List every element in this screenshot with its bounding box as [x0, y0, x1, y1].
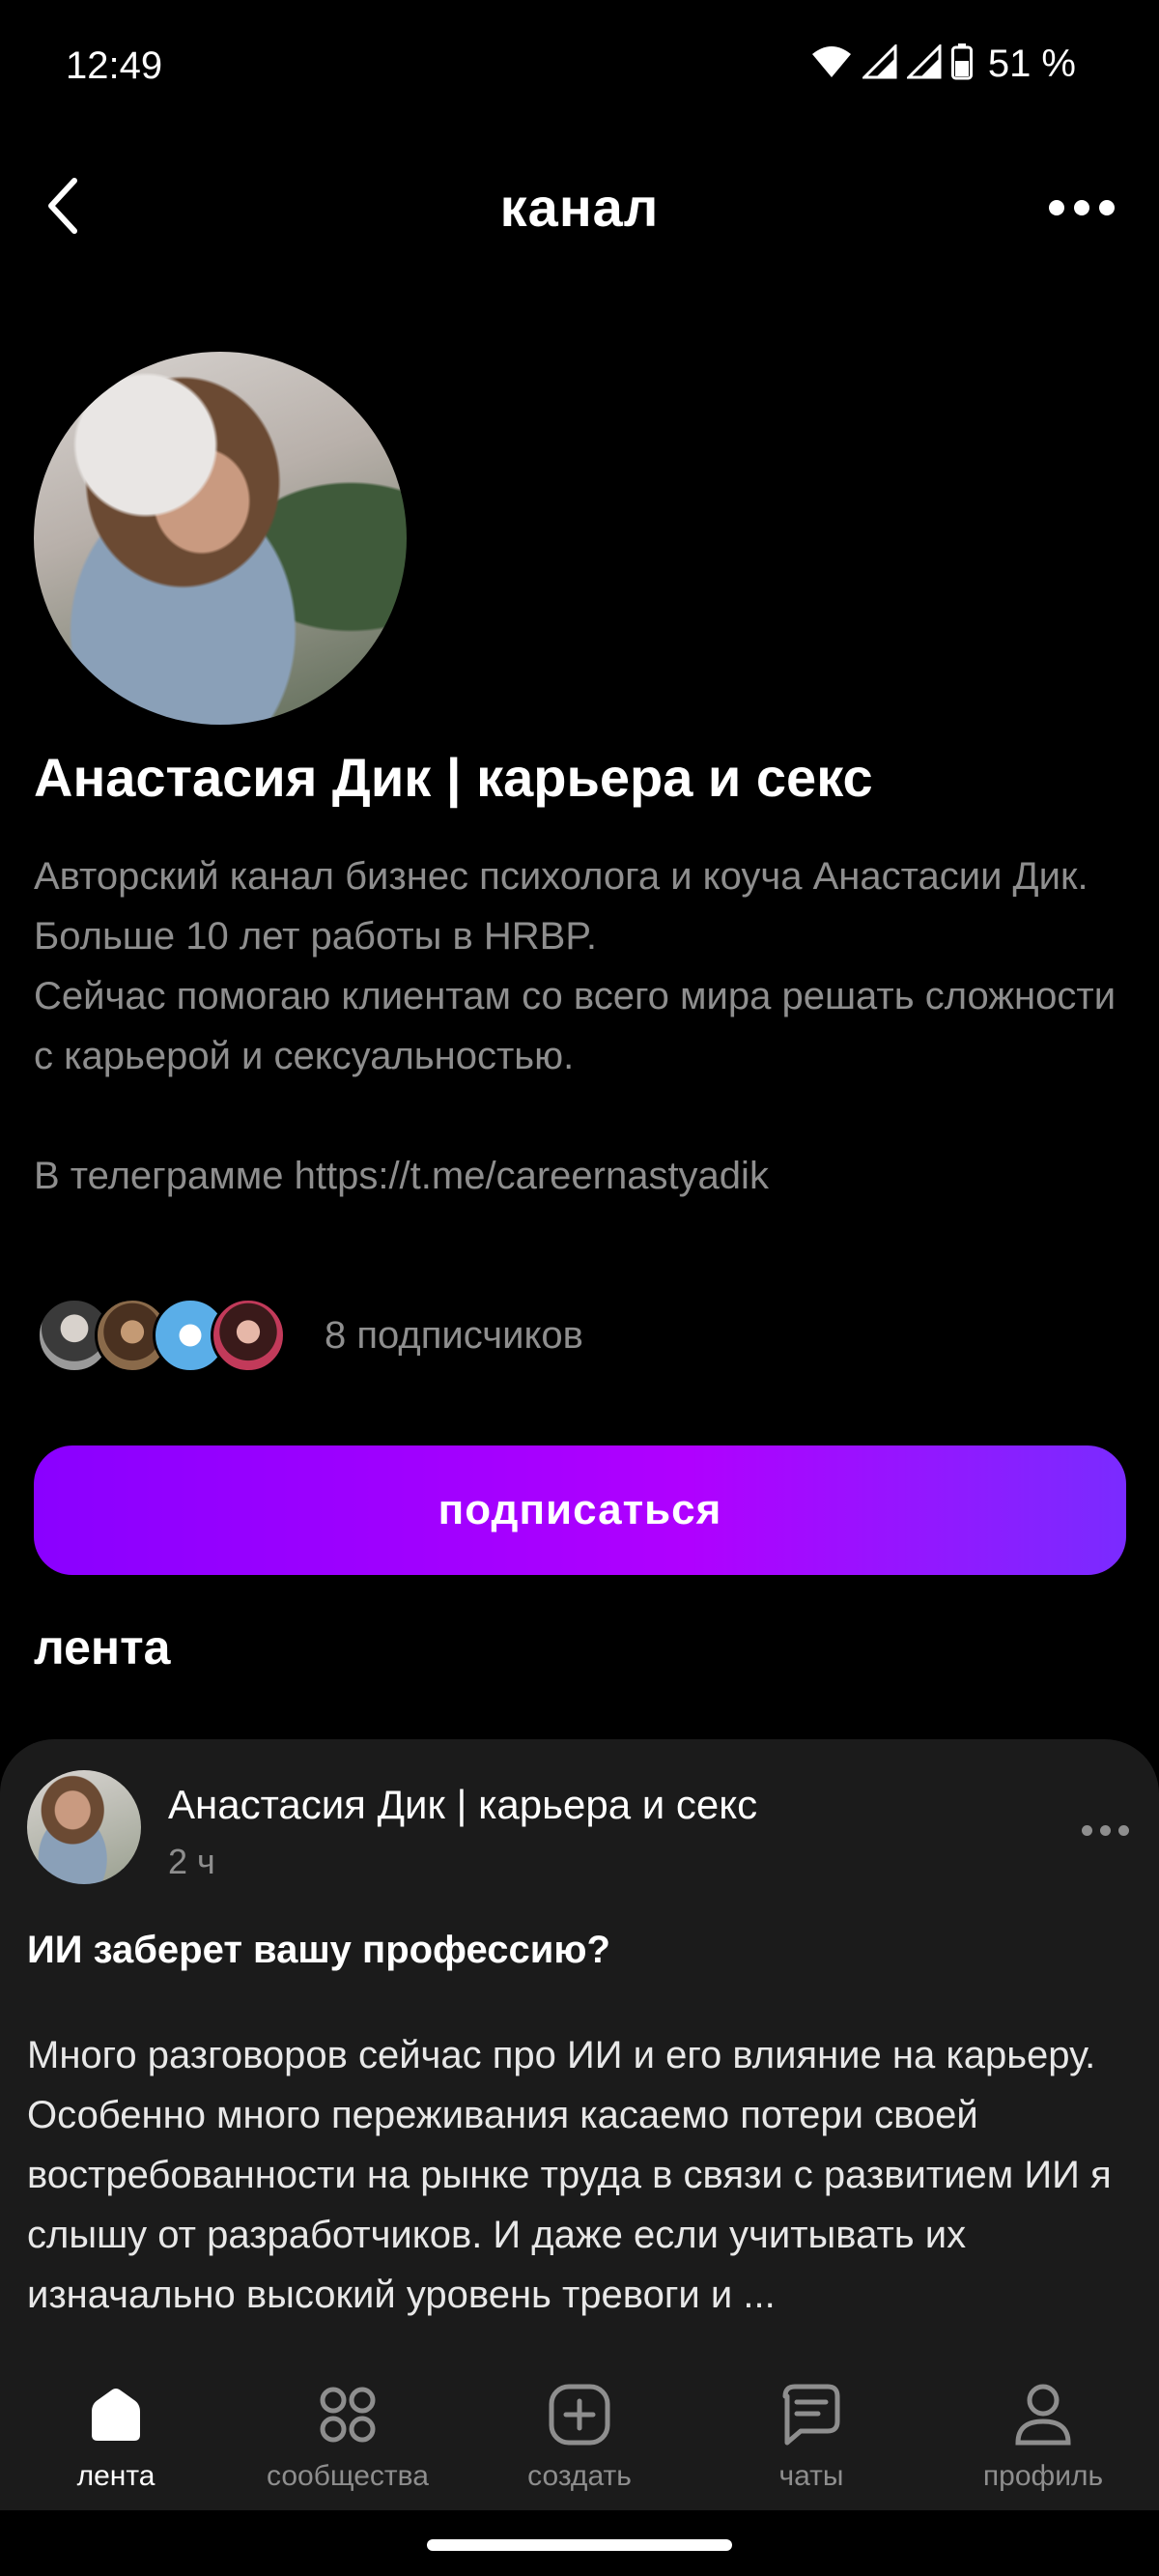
- post-title: ИИ заберет вашу профессию?: [27, 1929, 610, 1971]
- signal-icon: [905, 43, 942, 84]
- nav-item-communities[interactable]: сообщества: [232, 2344, 464, 2510]
- nav-item-create[interactable]: создать: [464, 2344, 695, 2510]
- status-bar: 12:49 51 %: [0, 0, 1159, 135]
- nav-label: сообщества: [267, 2460, 429, 2492]
- post-time: 2 ч: [168, 1842, 215, 1881]
- page-title: канал: [499, 177, 660, 238]
- channel-screen: 12:49 51 % канал Анастасия Дик | карьера…: [0, 0, 1159, 2576]
- feed-section-title: лента: [34, 1620, 171, 1674]
- description-line: Авторский канал бизнес психолога и коуча…: [34, 855, 1088, 958]
- grid-icon: [314, 2381, 382, 2448]
- nav-item-profile[interactable]: профиль: [927, 2344, 1159, 2510]
- battery-icon: [950, 43, 973, 85]
- more-horizontal-icon: [1049, 200, 1064, 215]
- post-more-button[interactable]: [1066, 1811, 1144, 1849]
- nav-item-feed[interactable]: лента: [0, 2344, 232, 2510]
- channel-avatar[interactable]: [34, 352, 407, 725]
- top-nav: канал: [0, 155, 1159, 261]
- description-line: Сейчас помогаю клиентам со всего мира ре…: [34, 975, 1117, 1077]
- nav-item-chats[interactable]: чаты: [695, 2344, 927, 2510]
- subscribers-count: 8 подписчиков: [325, 1313, 583, 1357]
- channel-name: Анастасия Дик | карьера и секс: [34, 747, 873, 808]
- nav-label: чаты: [778, 2460, 844, 2492]
- signal-icon: [861, 43, 897, 84]
- nav-label: профиль: [982, 2460, 1104, 2492]
- post-text: Много разговоров сейчас про ИИ и его вли…: [27, 2034, 1112, 2316]
- home-indicator[interactable]: [427, 2539, 732, 2551]
- wifi-icon: [810, 44, 853, 84]
- battery-percent: 51 %: [987, 43, 1076, 85]
- more-options-button[interactable]: [1033, 174, 1130, 242]
- post-author[interactable]: Анастасия Дик | карьера и секс: [168, 1782, 757, 1828]
- telegram-link[interactable]: В телеграмме https://t.me/careernastyadi…: [34, 1146, 1125, 1206]
- chat-icon: [777, 2381, 845, 2448]
- bottom-nav: лента сообщества создать чаты профиль: [0, 2344, 1159, 2510]
- nav-label: создать: [527, 2460, 632, 2492]
- profile-icon: [1009, 2381, 1077, 2448]
- channel-description: Авторский канал бизнес психолога и коуча…: [34, 846, 1125, 1206]
- avatar: [211, 1298, 286, 1373]
- status-icons: 51 %: [810, 43, 1076, 86]
- subscribe-button[interactable]: подписаться: [34, 1445, 1126, 1575]
- avatar[interactable]: [27, 1770, 141, 1884]
- nav-label: лента: [76, 2460, 155, 2492]
- subscribers-row[interactable]: 8 подписчиков: [37, 1295, 583, 1376]
- more-horizontal-icon: [1081, 1824, 1092, 1836]
- status-time: 12:49: [66, 44, 163, 87]
- plus-square-icon: [546, 2381, 613, 2448]
- home-icon: [82, 2381, 150, 2448]
